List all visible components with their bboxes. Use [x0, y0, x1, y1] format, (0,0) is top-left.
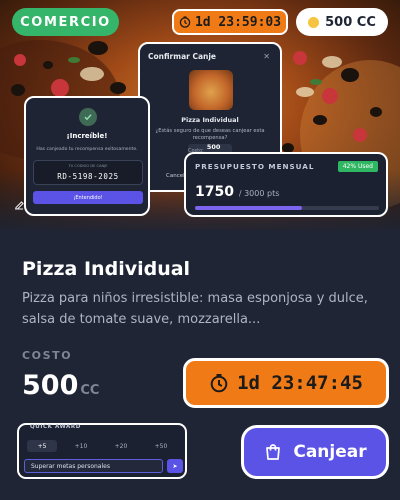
redeem-code-box: TU CÓDIGO DE CANJE RD-5198-2025: [33, 160, 143, 185]
clock-icon: [179, 16, 191, 28]
quick-award-option[interactable]: +5: [27, 440, 57, 452]
budget-max: / 3000 pts: [238, 189, 280, 198]
cost-unit: CC: [80, 383, 100, 398]
balance-badge: 500 CC: [296, 8, 388, 36]
confirm-question: ¿Estás seguro de que deseas canjear esta…: [155, 128, 265, 141]
success-subtitle: Has canjeado tu recompensa exitosamente.: [36, 147, 138, 152]
budget-label: PRESUPUESTO MENSUAL: [195, 162, 315, 171]
countdown-text: 1d 23:59:03: [194, 14, 282, 30]
budget-progress-fill: [195, 206, 302, 210]
redeem-code-label: TU CÓDIGO DE CANJE: [68, 164, 108, 168]
close-icon[interactable]: ✕: [263, 52, 270, 61]
success-title: ¡Increíble!: [66, 132, 108, 140]
reward-detail-screen: COMERCIO 1d 23:59:03 500 CC Confirmar Ca…: [0, 0, 400, 500]
category-badge: COMERCIO: [12, 8, 119, 36]
confirm-item-name: Pizza Individual: [181, 116, 239, 124]
balance-text: 500 CC: [325, 14, 376, 30]
confirm-dialog-title: Confirmar Canje: [148, 52, 217, 61]
pizza-thumbnail: [189, 70, 233, 110]
budget-current: 1750: [195, 184, 234, 200]
send-icon[interactable]: ➤: [167, 459, 183, 473]
clock-icon: [210, 374, 228, 393]
countdown-badge: 1d 23:59:03: [172, 9, 288, 35]
edit-icon[interactable]: [13, 199, 25, 211]
budget-usage-badge: 42% Used: [337, 161, 378, 172]
coin-icon: [308, 16, 320, 28]
monthly-budget-card: PRESUPUESTO MENSUAL 42% Used 1750 / 3000…: [184, 152, 388, 217]
countdown-timer: 1d 23:47:45: [183, 358, 389, 408]
product-description: Pizza para niños irresistible: masa espo…: [22, 291, 368, 328]
budget-value: 1750 / 3000 pts: [195, 184, 279, 200]
cancel-button[interactable]: Cancel: [166, 173, 185, 179]
quick-award-option[interactable]: +20: [106, 440, 136, 452]
redeem-button-label: Canjear: [293, 442, 367, 462]
redeem-code: RD-5198-2025: [57, 172, 119, 181]
budget-progress-bar: [195, 206, 379, 210]
success-dialog: ¡Increíble! Has canjeado tu recompensa e…: [24, 96, 150, 216]
quick-award-panel: QUICK AWARD +5 +10 +20 +50 Superar metas…: [17, 423, 187, 479]
quick-award-label: QUICK AWARD: [30, 424, 81, 430]
redeem-button[interactable]: Canjear: [241, 425, 389, 479]
quick-award-option[interactable]: +50: [146, 440, 176, 452]
bag-icon: [266, 444, 281, 460]
quick-award-reason-input[interactable]: Superar metas personales: [24, 459, 163, 473]
cost-value: 500 CC: [22, 370, 99, 401]
check-icon: [79, 108, 97, 126]
countdown-timer-text: 1d 23:47:45: [237, 372, 363, 394]
cost-amount: 500: [22, 370, 79, 401]
understood-button[interactable]: ¡Entendido!: [33, 191, 143, 204]
quick-award-option[interactable]: +10: [66, 440, 96, 452]
cost-label: COSTO: [22, 349, 73, 362]
product-title: Pizza Individual: [22, 258, 191, 280]
